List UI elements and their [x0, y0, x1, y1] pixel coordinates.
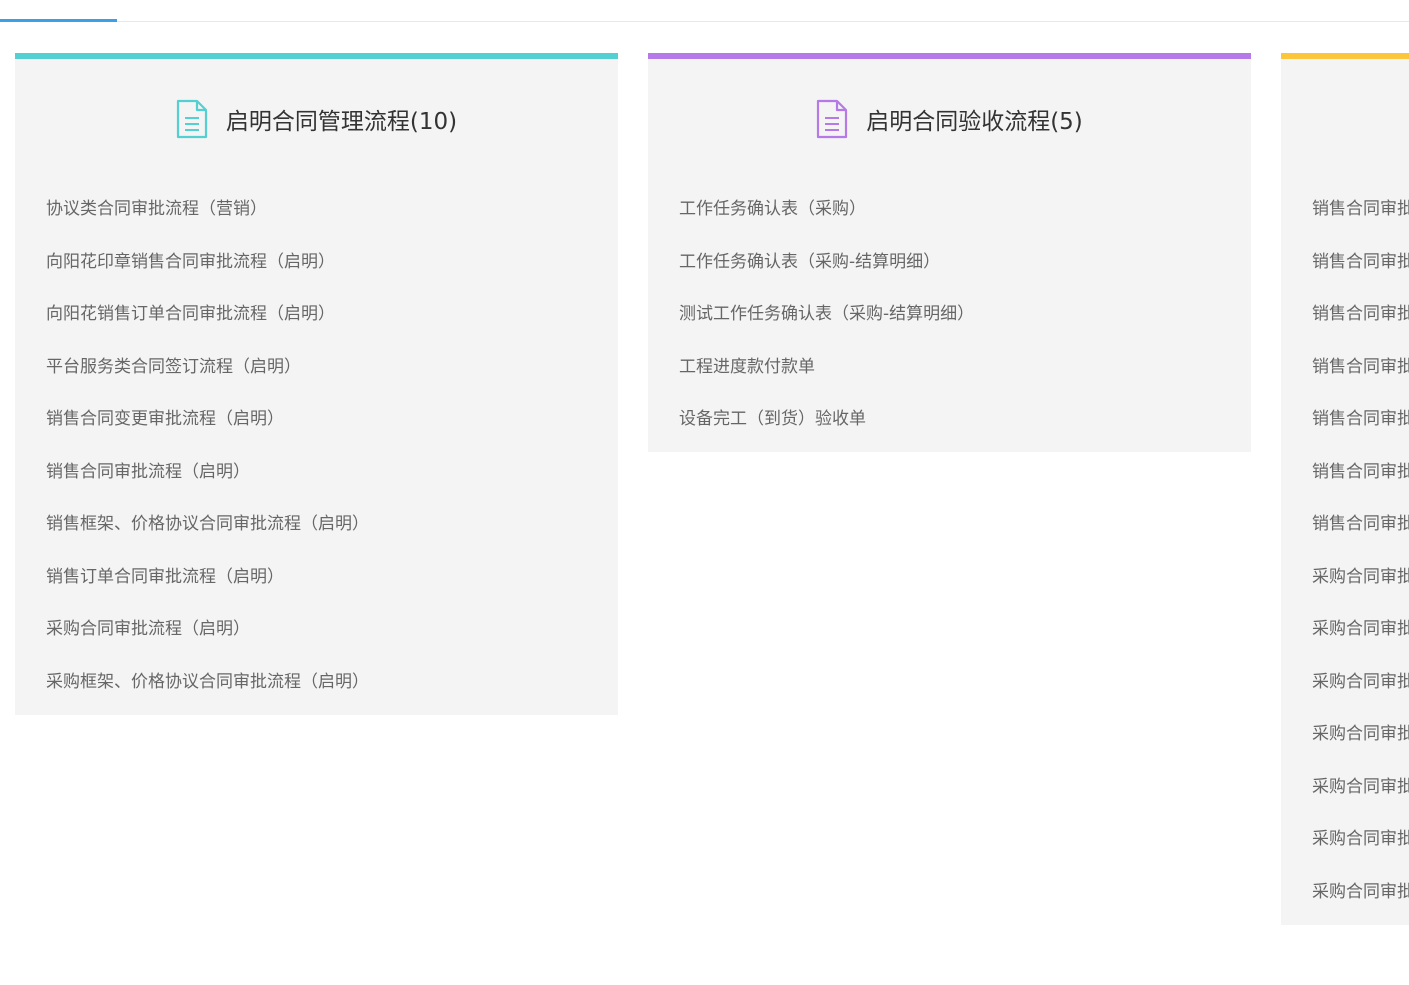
process-link[interactable]: 销售合同审批	[1312, 498, 1409, 551]
process-link[interactable]: 销售合同审批	[1312, 236, 1409, 289]
process-link[interactable]: 工程进度款付款单	[679, 341, 1251, 394]
process-link[interactable]: 采购合同审批	[1312, 761, 1409, 814]
card-title: 启明合同验收流程(5)	[866, 109, 1083, 135]
process-list: 工作任务确认表（采购） 工作任务确认表（采购-结算明细） 测试工作任务确认表（采…	[648, 183, 1251, 446]
process-link[interactable]: 销售合同变更审批流程（启明）	[46, 393, 618, 446]
process-link[interactable]: 销售订单合同审批流程（启明）	[46, 551, 618, 604]
process-link[interactable]: 向阳花销售订单合同审批流程（启明）	[46, 288, 618, 341]
card-header: 启明合同管理流程(10)	[15, 59, 618, 183]
process-link[interactable]: 销售合同审批	[1312, 341, 1409, 394]
process-link[interactable]: 采购合同审批流程（启明）	[46, 603, 618, 656]
process-link[interactable]: 销售合同审批	[1312, 288, 1409, 341]
process-link[interactable]: 向阳花印章销售合同审批流程（启明）	[46, 236, 618, 289]
card-header: 启明合同验收流程(5)	[648, 59, 1251, 183]
process-link[interactable]: 销售合同审批	[1312, 393, 1409, 446]
process-card-contract-management: 启明合同管理流程(10) 协议类合同审批流程（营销） 向阳花印章销售合同审批流程…	[15, 53, 618, 715]
process-link[interactable]: 测试工作任务确认表（采购-结算明细）	[679, 288, 1251, 341]
process-link[interactable]: 采购合同审批	[1312, 656, 1409, 709]
process-link[interactable]: 采购合同审批	[1312, 866, 1409, 919]
process-link[interactable]: 采购合同审批	[1312, 551, 1409, 604]
process-list: 协议类合同审批流程（营销） 向阳花印章销售合同审批流程（启明） 向阳花销售订单合…	[15, 183, 618, 708]
active-tab-indicator	[0, 19, 117, 22]
process-link[interactable]: 销售合同审批流程（启明）	[46, 446, 618, 499]
card-header	[1281, 59, 1409, 183]
process-link[interactable]: 采购框架、价格协议合同审批流程（启明）	[46, 656, 618, 709]
process-link[interactable]: 销售合同审批	[1312, 183, 1409, 236]
process-link[interactable]: 销售合同审批	[1312, 446, 1409, 499]
process-link[interactable]: 采购合同审批	[1312, 813, 1409, 866]
process-link[interactable]: 采购合同审批	[1312, 603, 1409, 656]
process-card-contract-acceptance: 启明合同验收流程(5) 工作任务确认表（采购） 工作任务确认表（采购-结算明细）…	[648, 53, 1251, 452]
process-link[interactable]: 工作任务确认表（采购）	[679, 183, 1251, 236]
process-list: 销售合同审批 销售合同审批 销售合同审批 销售合同审批 销售合同审批 销售合同审…	[1281, 183, 1409, 918]
process-link[interactable]: 设备完工（到货）验收单	[679, 393, 1251, 446]
document-icon	[817, 99, 848, 139]
process-link[interactable]: 工作任务确认表（采购-结算明细）	[679, 236, 1251, 289]
process-link[interactable]: 采购合同审批	[1312, 708, 1409, 761]
process-link[interactable]: 协议类合同审批流程（营销）	[46, 183, 618, 236]
document-icon	[176, 99, 207, 139]
process-card-partial: 销售合同审批 销售合同审批 销售合同审批 销售合同审批 销售合同审批 销售合同审…	[1281, 53, 1409, 925]
card-title: 启明合同管理流程(10)	[225, 109, 458, 135]
process-link[interactable]: 销售框架、价格协议合同审批流程（启明）	[46, 498, 618, 551]
process-link[interactable]: 平台服务类合同签订流程（启明）	[46, 341, 618, 394]
top-tab-bar	[0, 0, 1409, 22]
